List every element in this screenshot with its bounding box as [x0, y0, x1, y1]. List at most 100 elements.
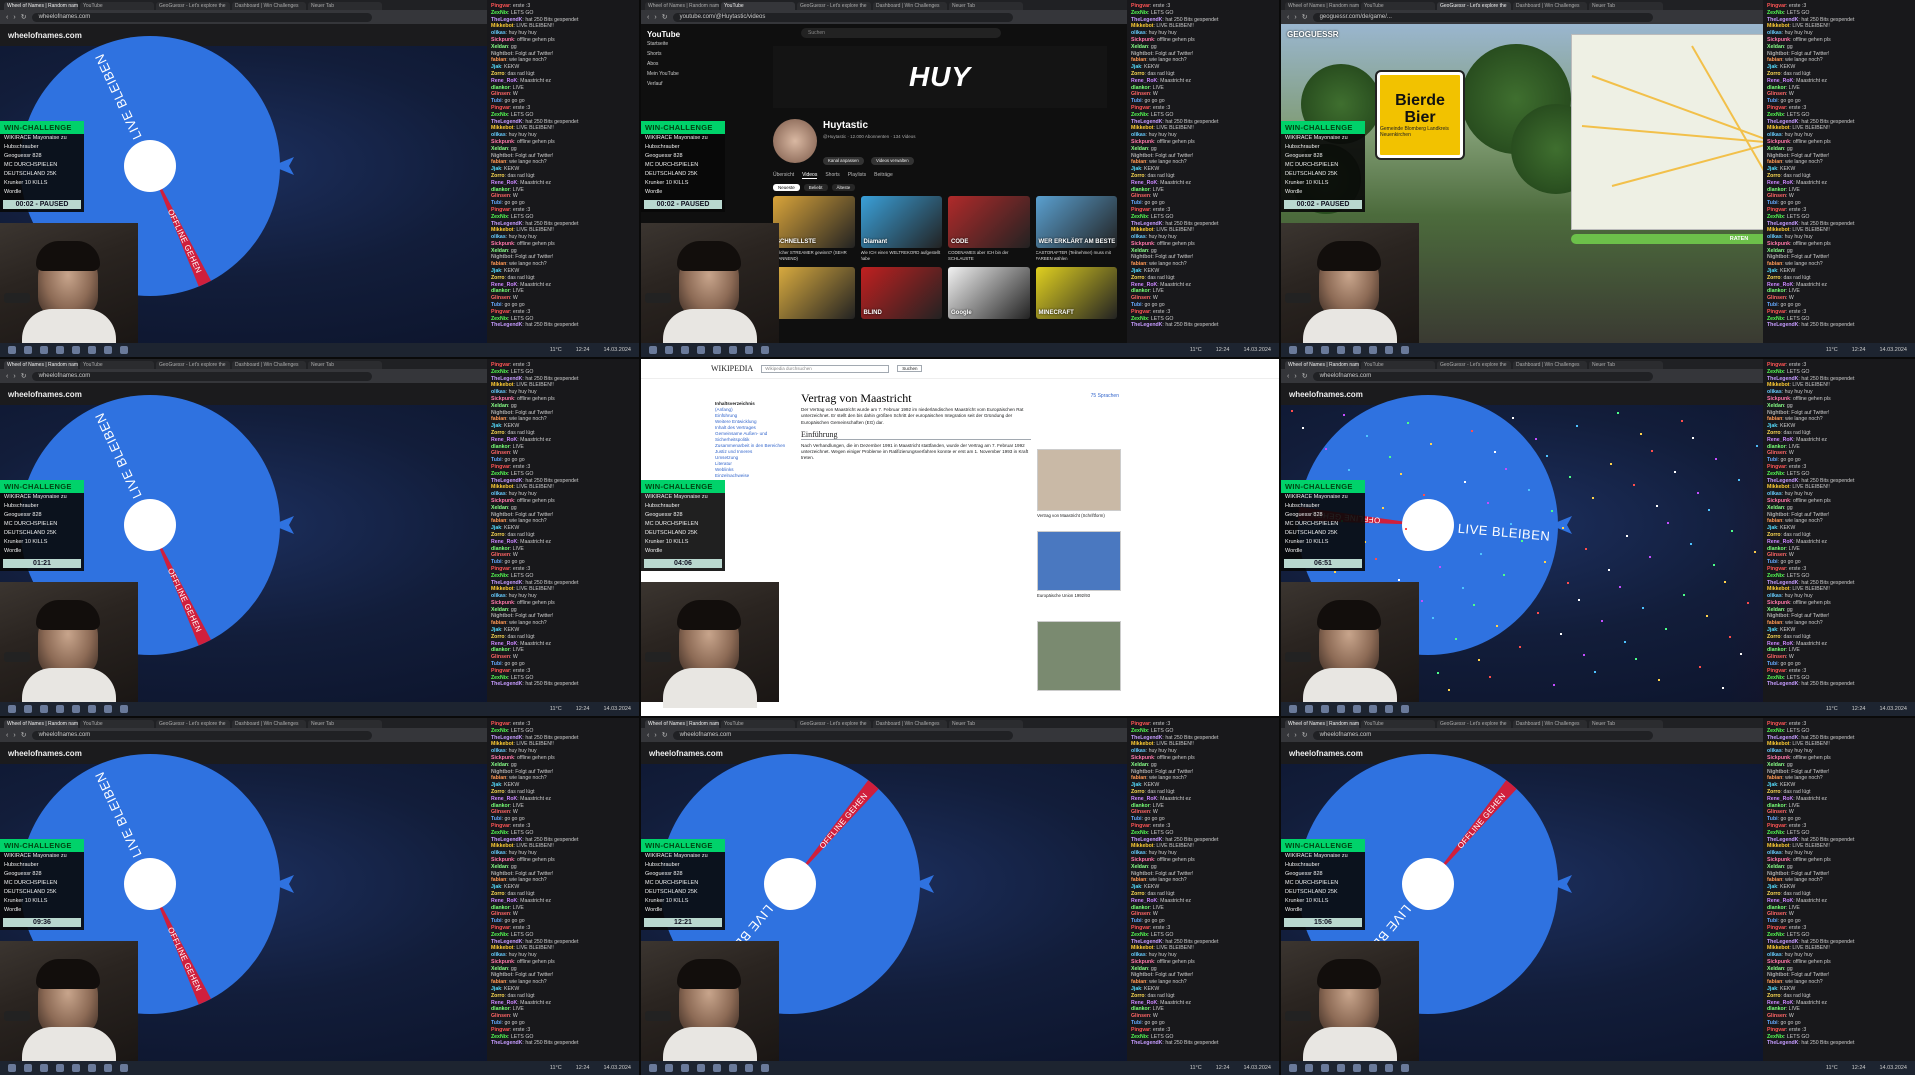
spotify-icon[interactable] [713, 1064, 721, 1072]
video-thumbnail[interactable] [773, 267, 855, 319]
browser-tab[interactable]: YouTube [1361, 2, 1435, 10]
steam-icon[interactable] [120, 1064, 128, 1072]
toc-item[interactable]: Gemeinsame Außen- und Sicherheitspolitik [715, 431, 793, 443]
browser-tab[interactable]: YouTube [1361, 361, 1435, 369]
browser-tab[interactable]: Neuer Tab [949, 720, 1023, 728]
browser-tab[interactable]: Dashboard | Win Challenges [232, 720, 306, 728]
browser-tab[interactable]: YouTube [721, 2, 795, 10]
browser-tab[interactable]: YouTube [1361, 720, 1435, 728]
steam-icon[interactable] [1401, 705, 1409, 713]
reload-icon[interactable]: ↻ [1302, 13, 1308, 21]
browser-tab[interactable]: Dashboard | Win Challenges [1513, 2, 1587, 10]
search-icon[interactable] [1305, 1064, 1313, 1072]
browser-tab[interactable]: Neuer Tab [1589, 2, 1663, 10]
steam-icon[interactable] [1401, 1064, 1409, 1072]
obs-icon[interactable] [104, 1064, 112, 1072]
start-icon[interactable] [8, 705, 16, 713]
browser-tab[interactable]: Wheel of Names | Random nam [4, 2, 78, 10]
youtube-search-input[interactable]: Suchen [801, 28, 1001, 38]
chrome-icon[interactable] [56, 1064, 64, 1072]
video-title[interactable]: Welcher STREAMER gewinnt? (SEHR SPANNEND… [773, 250, 855, 261]
steam-icon[interactable] [120, 346, 128, 354]
address-bar[interactable]: youtube.com/@Huytastic/videos [672, 12, 1013, 22]
wheel-spin-hub[interactable] [123, 140, 176, 192]
files-icon[interactable] [1321, 1064, 1329, 1072]
start-icon[interactable] [8, 346, 16, 354]
browser-tab[interactable]: Neuer Tab [949, 2, 1023, 10]
browser-tab[interactable]: YouTube [80, 361, 154, 369]
obs-icon[interactable] [104, 705, 112, 713]
spotify-icon[interactable] [72, 1064, 80, 1072]
channel-tab[interactable]: Shorts [825, 172, 839, 179]
files-icon[interactable] [40, 346, 48, 354]
video-card[interactable]: Diamant Wie ICH einen WELTREKORD aufgeste… [860, 196, 942, 261]
search-icon[interactable] [665, 1064, 673, 1072]
spotify-icon[interactable] [1353, 346, 1361, 354]
browser-tab[interactable]: Wheel of Names | Random nam [1285, 2, 1359, 10]
sort-chip[interactable]: Neueste [773, 184, 800, 191]
start-icon[interactable] [649, 1064, 657, 1072]
browser-tab[interactable]: Neuer Tab [308, 720, 382, 728]
browser-tab[interactable]: GeoGuessr - Let's explore the [1437, 2, 1511, 10]
obs-icon[interactable] [745, 346, 753, 354]
video-thumbnail[interactable]: WER ERKLÄRT AM BESTE [1035, 196, 1117, 248]
browser-tab[interactable]: Wheel of Names | Random nam [645, 2, 719, 10]
channel-avatar[interactable] [773, 119, 817, 163]
browser-tab[interactable]: Dashboard | Win Challenges [1513, 720, 1587, 728]
video-card[interactable]: WER ERKLÄRT AM BESTE CASTORAFTER (Teilneh… [1035, 196, 1117, 261]
video-card[interactable]: BLIND [860, 267, 942, 319]
video-card[interactable]: CODE CODENAMES aber ICH bin der SCHLAUSTE [948, 196, 1030, 261]
files-icon[interactable] [1321, 346, 1329, 354]
languages-button[interactable]: 75 Sprachen [1091, 393, 1119, 399]
start-icon[interactable] [1289, 1064, 1297, 1072]
search-icon[interactable] [24, 705, 32, 713]
browser-tab[interactable]: Neuer Tab [308, 2, 382, 10]
obs-icon[interactable] [745, 1064, 753, 1072]
browser-tab[interactable]: Neuer Tab [308, 361, 382, 369]
browser-tab[interactable]: Wheel of Names | Random nam [1285, 361, 1359, 369]
discord-icon[interactable] [1369, 346, 1377, 354]
video-card[interactable]: SCHNELLSTE Welcher STREAMER gewinnt? (SEH… [773, 196, 855, 261]
wheel-spin-hub[interactable] [1402, 858, 1454, 910]
start-icon[interactable] [1289, 346, 1297, 354]
spotify-icon[interactable] [1353, 705, 1361, 713]
files-icon[interactable] [1321, 705, 1329, 713]
spotify-icon[interactable] [1353, 1064, 1361, 1072]
browser-tab[interactable]: GeoGuessr - Let's explore the [156, 2, 230, 10]
obs-icon[interactable] [1385, 346, 1393, 354]
video-card[interactable] [773, 267, 855, 319]
back-icon[interactable]: ‹ [1287, 14, 1289, 21]
video-thumbnail[interactable]: CODE [948, 196, 1030, 248]
chrome-icon[interactable] [56, 705, 64, 713]
youtube-sidebar-item[interactable]: Mein YouTube [647, 69, 755, 79]
channel-tab[interactable]: Videos [802, 172, 818, 179]
discord-icon[interactable] [1369, 1064, 1377, 1072]
customize-channel-button[interactable]: Kanal anpassen [823, 157, 864, 165]
steam-icon[interactable] [761, 1064, 769, 1072]
search-icon[interactable] [665, 346, 673, 354]
video-thumbnail[interactable]: Google [948, 267, 1030, 319]
browser-tab[interactable]: Neuer Tab [1589, 361, 1663, 369]
article-image[interactable] [1037, 449, 1121, 511]
chrome-icon[interactable] [1337, 1064, 1345, 1072]
channel-tab[interactable]: Übersicht [773, 172, 794, 179]
wheel-spin-hub[interactable] [123, 858, 176, 910]
forward-icon[interactable]: › [1294, 14, 1296, 21]
search-icon[interactable] [24, 346, 32, 354]
eu-map-image[interactable] [1037, 531, 1121, 591]
browser-tab[interactable]: GeoGuessr - Let's explore the [156, 361, 230, 369]
obs-icon[interactable] [1385, 705, 1393, 713]
discord-icon[interactable] [729, 346, 737, 354]
browser-tab[interactable]: GeoGuessr - Let's explore the [1437, 361, 1511, 369]
spotify-icon[interactable] [72, 705, 80, 713]
browser-tab[interactable]: YouTube [80, 720, 154, 728]
browser-tab[interactable]: YouTube [721, 720, 795, 728]
video-thumbnail[interactable]: MINECRAFT [1035, 267, 1117, 319]
chrome-icon[interactable] [697, 346, 705, 354]
sort-chip[interactable]: Beliebt [803, 184, 828, 191]
wheel-spin-hub[interactable] [123, 499, 176, 551]
browser-tab[interactable]: Neuer Tab [1589, 720, 1663, 728]
search-icon[interactable] [24, 1064, 32, 1072]
manage-videos-button[interactable]: Videos verwalten [871, 157, 914, 165]
search-icon[interactable] [1305, 346, 1313, 354]
